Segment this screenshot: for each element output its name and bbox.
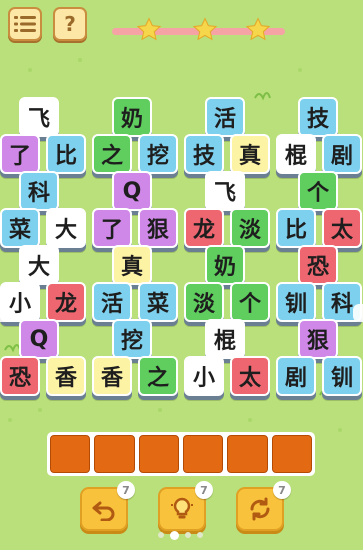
tile[interactable]: 菜 (138, 282, 178, 322)
tile[interactable]: 比 (46, 134, 86, 174)
star-icon (245, 17, 271, 41)
tile[interactable]: 恐 (298, 245, 338, 285)
hint-lightbulb-icon (171, 497, 193, 519)
tray-slot (138, 435, 179, 473)
tile[interactable]: 个 (230, 282, 270, 322)
tile[interactable]: 剧 (276, 356, 316, 396)
tile[interactable]: 之 (92, 134, 132, 174)
tile[interactable]: 大 (19, 245, 59, 285)
hint-count-badge: 7 (195, 481, 213, 499)
tile[interactable]: 之 (138, 356, 178, 396)
tile[interactable]: 挖 (112, 319, 152, 359)
tray-slot (227, 435, 268, 473)
tile[interactable]: 奶 (112, 97, 152, 137)
tile[interactable]: 了 (92, 208, 132, 248)
tile[interactable]: 真 (230, 134, 270, 174)
tile[interactable]: 活 (92, 282, 132, 322)
help-button[interactable]: ? (53, 7, 87, 41)
undo-icon (92, 501, 115, 521)
tray-slot (271, 435, 312, 473)
shuffle-icon (250, 497, 270, 521)
tile[interactable]: 技 (298, 97, 338, 137)
tile[interactable]: 狠 (138, 208, 178, 248)
tile[interactable]: 淡 (184, 282, 224, 322)
scroll-right-arrow[interactable] (353, 304, 363, 322)
undo-button[interactable]: 7 (80, 481, 135, 531)
tile[interactable]: 恐 (0, 356, 40, 396)
tile-tray (47, 432, 315, 476)
tile[interactable]: 小 (184, 356, 224, 396)
tile[interactable]: 飞 (19, 97, 59, 137)
list-icon (14, 16, 36, 32)
tile[interactable]: 科 (19, 171, 59, 211)
tile[interactable]: 比 (276, 208, 316, 248)
tile[interactable]: 剧 (322, 134, 362, 174)
page-dot[interactable] (196, 532, 203, 538)
star-icon (192, 17, 218, 41)
help-icon: ? (64, 12, 76, 36)
tile[interactable]: 太 (322, 208, 362, 248)
page-dot[interactable] (184, 532, 191, 538)
tile[interactable]: 棍 (205, 319, 245, 359)
tile[interactable]: 棍 (276, 134, 316, 174)
star-icon (136, 17, 162, 41)
tile[interactable]: 淡 (230, 208, 270, 248)
shuffle-count-badge: 7 (273, 481, 291, 499)
tile[interactable]: 个 (298, 171, 338, 211)
hint-button[interactable]: 7 (158, 481, 213, 531)
tile[interactable]: 真 (112, 245, 152, 285)
tile[interactable]: 香 (46, 356, 86, 396)
tile[interactable]: 龙 (46, 282, 86, 322)
tile[interactable]: 菜 (0, 208, 40, 248)
tray-slot (182, 435, 224, 473)
tile[interactable]: Q (19, 319, 59, 359)
page-dot[interactable] (157, 532, 164, 538)
tile[interactable]: 技 (184, 134, 224, 174)
tile[interactable]: 香 (92, 356, 132, 396)
tile[interactable]: 太 (230, 356, 270, 396)
tile[interactable]: 龙 (184, 208, 224, 248)
tile[interactable]: 狠 (298, 319, 338, 359)
tile[interactable]: 了 (0, 134, 40, 174)
tile-board: 飞 奶 活 技 了 比 之 挖 技 真 棍 剧 科 Q 飞 个 菜 大 了 狠 … (0, 92, 363, 422)
menu-button[interactable] (8, 7, 42, 41)
tray-slot (50, 435, 91, 473)
tile[interactable]: 挖 (138, 134, 178, 174)
top-bar: ? (0, 0, 363, 50)
tile[interactable]: 大 (46, 208, 86, 248)
tile[interactable]: 钏 (322, 356, 362, 396)
scroll-left-arrow[interactable] (0, 304, 10, 322)
page-dot-active[interactable] (169, 530, 179, 540)
tile[interactable]: 钏 (276, 282, 316, 322)
shuffle-button[interactable]: 7 (236, 481, 291, 531)
tile[interactable]: 飞 (205, 171, 245, 211)
tray-slot (94, 435, 135, 473)
tile[interactable]: 奶 (205, 245, 245, 285)
tile[interactable]: Q (112, 171, 152, 211)
tile[interactable]: 活 (205, 97, 245, 137)
page-indicator (150, 530, 210, 540)
undo-count-badge: 7 (117, 481, 135, 499)
